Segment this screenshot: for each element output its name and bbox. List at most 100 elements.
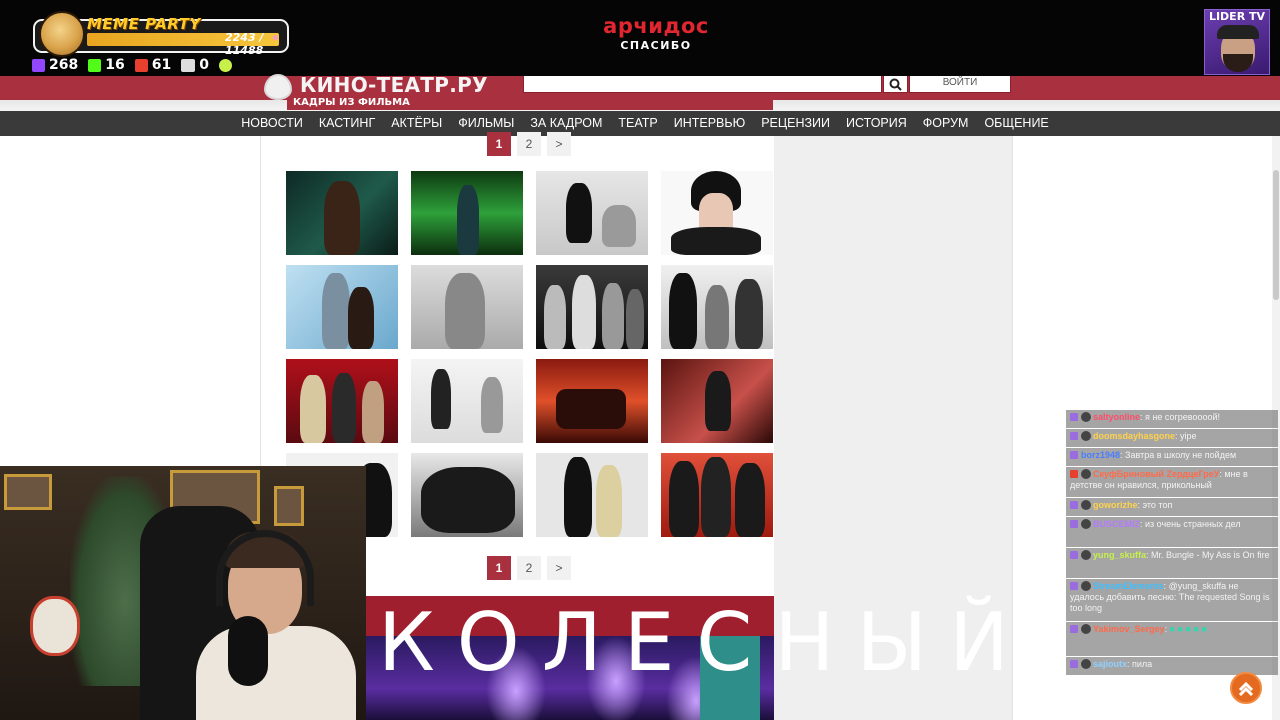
chat-username: saltyonline	[1093, 412, 1141, 422]
nav-theatre[interactable]: ТЕАТР	[610, 111, 665, 136]
donation-thanks: СПАСИБО	[620, 39, 692, 52]
nav-community[interactable]: ОБЩЕНИЕ	[976, 111, 1056, 136]
frame-thumbnail[interactable]	[536, 453, 648, 537]
next-page-button[interactable]: >	[547, 132, 571, 156]
chat-message: goworizhe: это топ	[1066, 498, 1278, 516]
chat-avatar	[1081, 412, 1091, 422]
w-icon	[181, 58, 196, 72]
doge-icon	[39, 11, 85, 57]
frame-thumbnail[interactable]	[661, 359, 773, 443]
frame-thumbnail[interactable]	[286, 359, 398, 443]
nav-actors[interactable]: АКТЁРЫ	[383, 111, 450, 136]
chat-text: пила	[1132, 659, 1153, 669]
nav-forum[interactable]: ФОРУМ	[915, 111, 977, 136]
twitch-badge-icon	[1070, 413, 1078, 421]
chat-message: doomsdayhasgone: yipe	[1066, 429, 1278, 447]
twitch-badge-icon	[1070, 501, 1078, 509]
emote-icon: ■ ■ ■ ■ ■	[1169, 624, 1207, 634]
chat-username: goworizhe	[1093, 500, 1138, 510]
chat-avatar	[1081, 500, 1091, 510]
search-input[interactable]	[523, 76, 882, 93]
chat-message: yung_skuffa: Mr. Bungle - My Ass is On f…	[1066, 548, 1278, 578]
page-scrollbar-thumb[interactable]	[1273, 170, 1279, 300]
twitch-badge-icon	[1070, 582, 1078, 590]
nav-news[interactable]: НОВОСТИ	[233, 111, 311, 136]
page-1-button[interactable]: 1	[487, 556, 511, 580]
chat-avatar	[1081, 659, 1091, 669]
frame-thumbnail[interactable]	[411, 453, 523, 537]
frame-thumbnail[interactable]	[661, 265, 773, 349]
streamer-shirt	[196, 626, 356, 720]
page-2-button[interactable]: 2	[517, 132, 541, 156]
frame-thumbnail[interactable]	[286, 171, 398, 255]
stat-twitch: 268	[32, 57, 78, 73]
stat-vk-value: 61	[151, 57, 172, 73]
chat-username: BUSCEMIZ	[1093, 519, 1140, 529]
chat-avatar	[1081, 550, 1091, 560]
nav-interviews[interactable]: ИНТЕРВЬЮ	[666, 111, 754, 136]
search-button[interactable]	[883, 76, 908, 93]
chat-username: Yakimov_Sergey	[1093, 624, 1165, 634]
stat-kick: 16	[88, 57, 125, 73]
pager-bottom: 1 2 >	[487, 556, 571, 580]
site-logo-icon[interactable]	[264, 74, 292, 100]
chat-avatar	[1081, 431, 1091, 441]
webcam-overlay	[0, 466, 366, 720]
microphone-icon	[228, 616, 268, 686]
page-1-button[interactable]: 1	[487, 132, 511, 156]
stat-d	[218, 58, 232, 72]
beard-shape	[1223, 54, 1253, 72]
site-logo[interactable]: КИНО-ТЕАТР.РУ	[300, 73, 488, 97]
twitch-badge-icon	[1070, 660, 1078, 668]
chat-message: borz1948: Завтра в школу не пойдем	[1066, 448, 1278, 466]
pager-top: 1 2 >	[487, 132, 571, 156]
chat-message: StreamElements: @yung_skuffa не удалось …	[1066, 579, 1278, 621]
stat-vk: 61	[134, 57, 172, 73]
chat-message: saltyonline: я не согревоооой!	[1066, 410, 1278, 428]
chat-avatar	[1081, 581, 1091, 591]
frame-thumbnail[interactable]	[286, 265, 398, 349]
stream-overlay-bar: MEME PARTY 2243 / 11488 ● 268 16 61 0 ар…	[0, 0, 1280, 76]
twitch-icon	[32, 58, 45, 72]
meme-party-widget: MEME PARTY 2243 / 11488 ●	[33, 11, 289, 57]
donation-alert: арчидос СПАСИБО	[540, 14, 772, 52]
frame-thumbnail[interactable]	[536, 359, 648, 443]
video-title-text: КОЛЕСНЫЙ	[378, 596, 1031, 689]
chat-username: СкуфБриновый ZердцеГреУ	[1093, 469, 1220, 479]
stream-chat: saltyonline: я не согревоооой! doomsdayh…	[1066, 410, 1278, 678]
frame-thumbnail[interactable]	[536, 171, 648, 255]
nav-casting[interactable]: КАСТИНГ	[311, 111, 383, 136]
frame-thumbnail[interactable]	[411, 265, 523, 349]
chat-username: yung_skuffa	[1093, 550, 1147, 560]
chat-text: Завтра в школу не пойдем	[1125, 450, 1237, 460]
donor-name: арчидос	[603, 14, 709, 38]
main-nav: НОВОСТИ КАСТИНГ АКТЁРЫ ФИЛЬМЫ ЗА КАДРОМ …	[0, 111, 1280, 136]
login-button[interactable]: ВОЙТИ	[909, 76, 1011, 93]
section-title: КАДРЫ ИЗ ФИЛЬМА	[293, 97, 410, 108]
plush-toy	[30, 596, 80, 656]
nav-history[interactable]: ИСТОРИЯ	[838, 111, 915, 136]
chat-text: из очень странных дел	[1145, 519, 1241, 529]
frame-thumbnail[interactable]	[536, 265, 648, 349]
next-page-button[interactable]: >	[547, 556, 571, 580]
chat-text: Mr. Bungle - My Ass is On fire	[1151, 550, 1270, 560]
d-icon	[218, 58, 232, 72]
twitch-badge-icon	[1070, 432, 1078, 440]
stat-kick-value: 16	[105, 57, 125, 73]
nav-reviews[interactable]: РЕЦЕНЗИИ	[753, 111, 838, 136]
chat-username: doomsdayhasgone	[1093, 431, 1176, 441]
chat-username: sajioutx	[1093, 659, 1128, 669]
kick-icon	[88, 58, 102, 72]
frame-thumbnail[interactable]	[411, 171, 523, 255]
stream-screen: MEME PARTY 2243 / 11488 ● 268 16 61 0 ар…	[0, 0, 1280, 720]
viewer-stats: 268 16 61 0	[32, 56, 232, 74]
search-icon	[889, 78, 902, 91]
meme-party-title: MEME PARTY	[87, 15, 201, 33]
scroll-to-top-button[interactable]	[1230, 672, 1262, 704]
chat-avatar	[1081, 469, 1091, 479]
vk-badge-icon	[1070, 470, 1078, 478]
frame-thumbnail[interactable]	[411, 359, 523, 443]
page-2-button[interactable]: 2	[517, 556, 541, 580]
frame-thumbnail[interactable]	[661, 453, 773, 537]
frame-thumbnail[interactable]	[661, 171, 773, 255]
